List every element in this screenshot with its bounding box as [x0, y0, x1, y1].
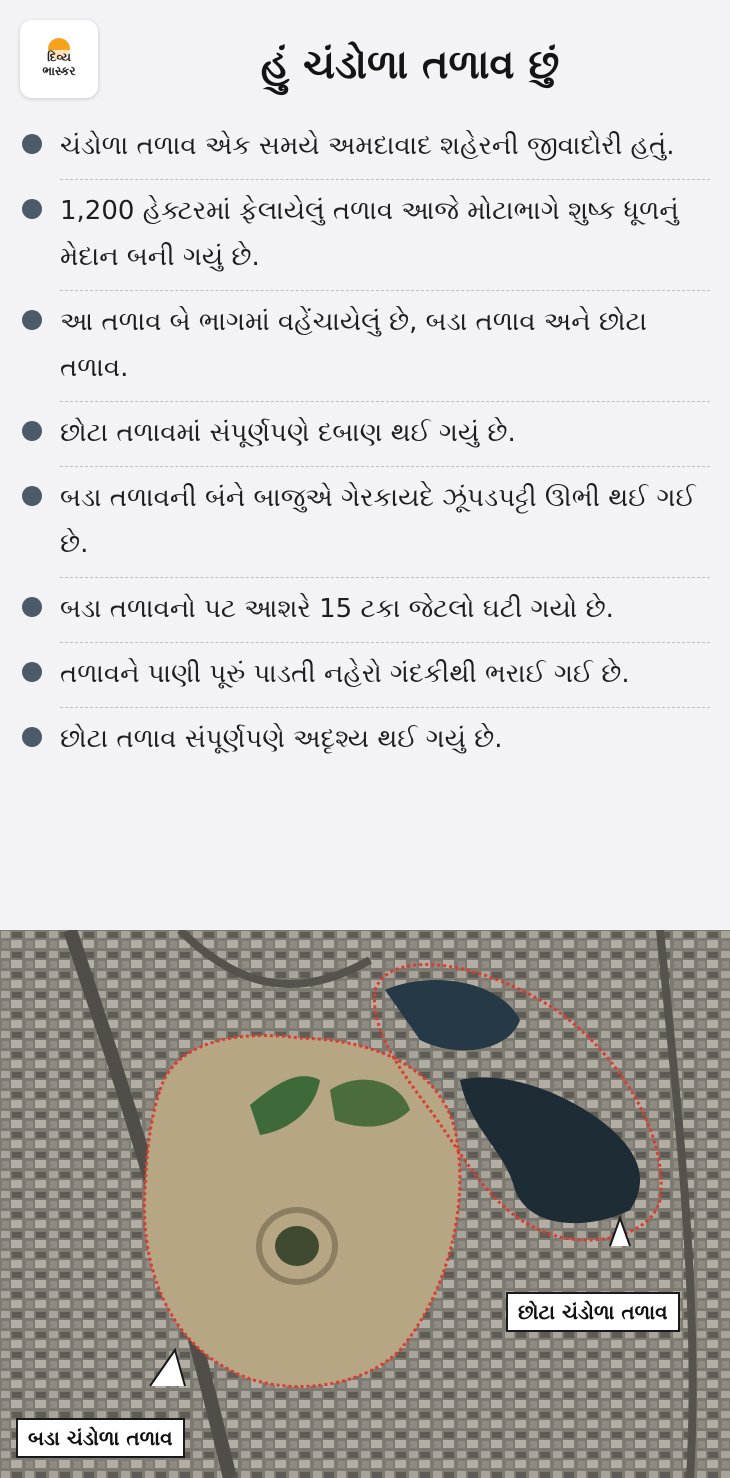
list-item: આ તળાવ બે ભાગમાં વહેંચાયેલું છે, બડા તળા… — [22, 291, 710, 402]
bullet-icon — [22, 134, 42, 154]
logo-line-2: ભાસ્કર — [42, 64, 76, 78]
list-item: છોટા તળાવ સંપૂર્ણપણે અદૃશ્ય થઈ ગયું છે. — [22, 708, 710, 772]
list-item-text: તળાવને પાણી પૂરું પાડતી નહેરો ગંદકીથી ભર… — [60, 659, 630, 689]
list-item-text: ચંડોળા તળાવ એક સમયે અમદાવાદ શહેરની જીવાદ… — [60, 131, 675, 161]
logo-line-1: દિવ્ય — [45, 50, 73, 64]
list-item-text: આ તળાવ બે ભાગમાં વહેંચાયેલું છે, બડા તળા… — [60, 307, 647, 383]
central-island — [275, 1226, 319, 1266]
list-item-text: છોટા તળાવમાં સંપૂર્ણપણે દબાણ થઈ ગયું છે. — [60, 418, 516, 448]
bullet-icon — [22, 310, 42, 330]
list-item: બડા તળાવની બંને બાજુએ ગેરકાયદે ઝૂંપડપટ્ટ… — [22, 467, 710, 578]
divya-bhaskar-logo: દિવ્ય ભાસ્કર — [20, 20, 98, 98]
list-item-text: છોટા તળાવ સંપૂર્ણપણે અદૃશ્ય થઈ ગયું છે. — [60, 724, 503, 754]
bullet-icon — [22, 486, 42, 506]
list-item-text: બડા તળાવનો પટ આશરે 15 ટકા જેટલો ઘટી ગયો … — [60, 594, 614, 624]
list-item: ચંડોળા તળાવ એક સમયે અમદાવાદ શહેરની જીવાદ… — [22, 115, 710, 180]
bullet-list: ચંડોળા તળાવ એક સમયે અમદાવાદ શહેરની જીવાદ… — [0, 115, 730, 772]
chhota-chandola-label: છોટા ચંડોળા તળાવ — [506, 1292, 680, 1332]
list-item: છોટા તળાવમાં સંપૂર્ણપણે દબાણ થઈ ગયું છે. — [22, 402, 710, 467]
bullet-icon — [22, 597, 42, 617]
bullet-icon — [22, 662, 42, 682]
list-item-text: 1,200 હેક્ટરમાં ફેલાયેલું તળાવ આજે મોટાભ… — [60, 196, 679, 272]
bullet-icon — [22, 199, 42, 219]
satellite-map — [0, 930, 730, 1478]
list-item-text: બડા તળાવની બંને બાજુએ ગેરકાયદે ઝૂંપડપટ્ટ… — [60, 483, 696, 559]
bada-chandola-label: બડા ચંડોળા તળાવ — [16, 1418, 185, 1458]
bullet-icon — [22, 727, 42, 747]
list-item: તળાવને પાણી પૂરું પાડતી નહેરો ગંદકીથી ભર… — [22, 643, 710, 708]
bullet-icon — [22, 421, 42, 441]
list-item: બડા તળાવનો પટ આશરે 15 ટકા જેટલો ઘટી ગયો … — [22, 578, 710, 643]
page-title: હું ચંડોળા તળાવ છું — [260, 42, 560, 88]
list-item: 1,200 હેક્ટરમાં ફેલાયેલું તળાવ આજે મોટાભ… — [22, 180, 710, 291]
